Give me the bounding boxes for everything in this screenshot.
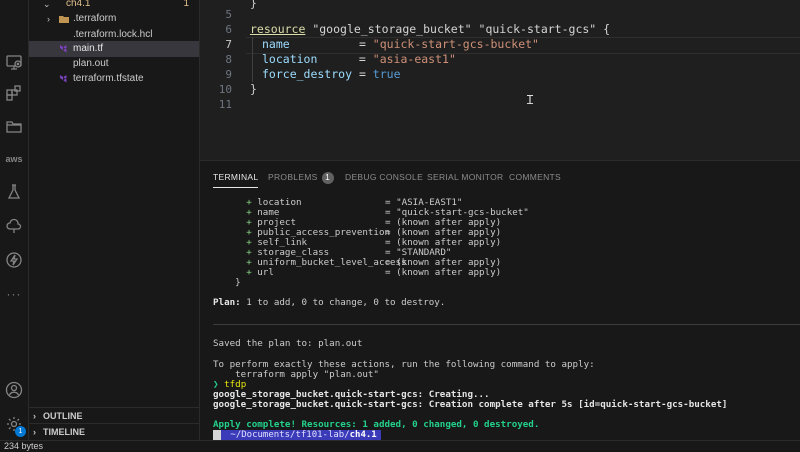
tree-item-plan-out[interactable]: plan.out: [29, 56, 199, 72]
line-number: 9: [225, 68, 232, 81]
code-line-4: }: [250, 0, 257, 10]
close-brace: }: [235, 277, 241, 288]
plan-label: Plan:: [213, 297, 241, 308]
prompt-segment-apple: [213, 430, 221, 440]
remote-explorer-icon[interactable]: [4, 52, 24, 72]
code-line-6: resource "google_storage_bucket" "quick-…: [250, 22, 610, 37]
account-icon[interactable]: [4, 380, 24, 400]
resource-type: "google_storage_bucket": [312, 22, 472, 36]
folder-icon: [59, 16, 69, 23]
tab-comments[interactable]: COMMENTS: [509, 171, 561, 183]
tab-terminal[interactable]: TERMINAL: [213, 171, 259, 188]
problems-count-badge: 1: [321, 172, 334, 184]
code-editor[interactable]: } 5 6 resource "google_storage_bucket" "…: [200, 0, 800, 160]
cloud-tree-icon[interactable]: [4, 216, 24, 236]
line-number: 11: [218, 98, 232, 111]
status-bar: 234 bytes: [0, 440, 800, 452]
apply-command: terraform apply "plan.out": [235, 369, 379, 380]
aws-icon[interactable]: aws: [4, 149, 24, 169]
testing-icon[interactable]: [4, 182, 24, 202]
open-brace: {: [596, 22, 611, 36]
settings-gear-icon[interactable]: 1: [4, 414, 26, 437]
terraform-icon: [60, 45, 67, 53]
code-line-9: force_destroy = true: [262, 67, 401, 82]
assign: =: [317, 52, 373, 66]
line-number: 7: [225, 38, 232, 51]
tree-item-main-tf[interactable]: main.tf: [29, 41, 199, 57]
text-cursor-icon: Ｉ: [524, 93, 537, 107]
lightning-icon[interactable]: [4, 250, 24, 270]
plan-text: 1 to add, 0 to change, 0 to destroy.: [240, 297, 446, 308]
divider: [213, 324, 800, 325]
property: force_destroy: [262, 67, 353, 81]
value: true: [372, 67, 401, 81]
tab-problems[interactable]: PROBLEMS 1: [268, 171, 334, 184]
timeline-label: TIMELINE: [43, 427, 85, 437]
apply-complete-text: Apply complete! Resources: 1 added, 0 ch…: [213, 419, 540, 430]
plan-summary: Plan: 1 to add, 0 to change, 0 to destro…: [213, 298, 445, 308]
tree-item-label: main.tf: [73, 43, 104, 54]
tree-item-terraform-folder[interactable]: › .terraform: [29, 11, 199, 27]
tree-item-tfstate[interactable]: terraform.tfstate: [29, 71, 199, 87]
folders-icon[interactable]: [4, 116, 24, 136]
prompt-path-bold: ch4.1: [349, 430, 377, 440]
assign: =: [289, 37, 373, 51]
line-number: 10: [218, 83, 232, 96]
explorer-sidebar: ⌄ ch4.1 1 › .terraform .terraform.lock.h…: [29, 0, 200, 440]
property: name: [262, 37, 290, 51]
tree-item-label: .terraform: [73, 13, 117, 24]
attr-value: (known after apply): [396, 267, 502, 278]
aws-label: aws: [5, 154, 23, 164]
outline-section[interactable]: › OUTLINE: [29, 407, 199, 424]
file-size: 234 bytes: [4, 441, 44, 451]
tree-item-label: plan.out: [73, 58, 109, 69]
chevron-right-icon: ›: [33, 411, 36, 421]
assign: =: [352, 67, 373, 81]
tree-item-label: terraform.tfstate: [73, 73, 144, 84]
activity-bar: aws ··· 1: [0, 0, 29, 440]
resource-keyword: resource: [250, 22, 306, 36]
close-brace-line: }: [213, 278, 241, 288]
tab-problems-label: PROBLEMS: [268, 172, 318, 182]
property: location: [262, 52, 318, 66]
line-number: 8: [225, 53, 232, 66]
prompt-path-prefix: ~/Documents/tf101-lab/: [225, 430, 350, 440]
prompt-segment-path: ~/Documents/tf101-lab/ch4.1: [221, 430, 381, 440]
code-line-10: }: [250, 82, 257, 96]
tab-debug-console[interactable]: DEBUG CONSOLE: [345, 171, 423, 183]
outline-label: OUTLINE: [43, 411, 83, 421]
attr-value-line: = (known after apply): [385, 267, 502, 278]
attr-key: url: [257, 267, 274, 278]
complete-text: google_storage_bucket.quick-start-gcs: C…: [213, 399, 728, 410]
chevron-right-icon: ›: [33, 427, 36, 437]
code-line-7: name = "quick-start-gcs-bucket": [262, 37, 539, 52]
line-number: 6: [225, 23, 232, 36]
tab-serial-monitor[interactable]: SERIAL MONITOR: [427, 171, 503, 183]
indent-guide: [252, 37, 253, 82]
settings-badge: 1: [15, 426, 26, 437]
value: "quick-start-gcs-bucket": [372, 37, 539, 51]
code-line-8: location = "asia-east1": [262, 52, 456, 67]
extensions-icon[interactable]: [4, 83, 24, 103]
chevron-right-icon: ›: [47, 14, 50, 24]
line-number: 5: [225, 8, 232, 21]
timeline-section[interactable]: › TIMELINE: [29, 423, 199, 440]
more-icon[interactable]: ···: [4, 284, 24, 304]
value: "asia-east1": [372, 52, 456, 66]
terraform-icon: [60, 75, 67, 83]
saved-plan-text: Saved the plan to: plan.out: [213, 338, 363, 349]
bottom-panel: TERMINAL PROBLEMS 1 DEBUG CONSOLE SERIAL …: [200, 160, 800, 441]
resource-name: "quick-start-gcs": [478, 22, 597, 36]
